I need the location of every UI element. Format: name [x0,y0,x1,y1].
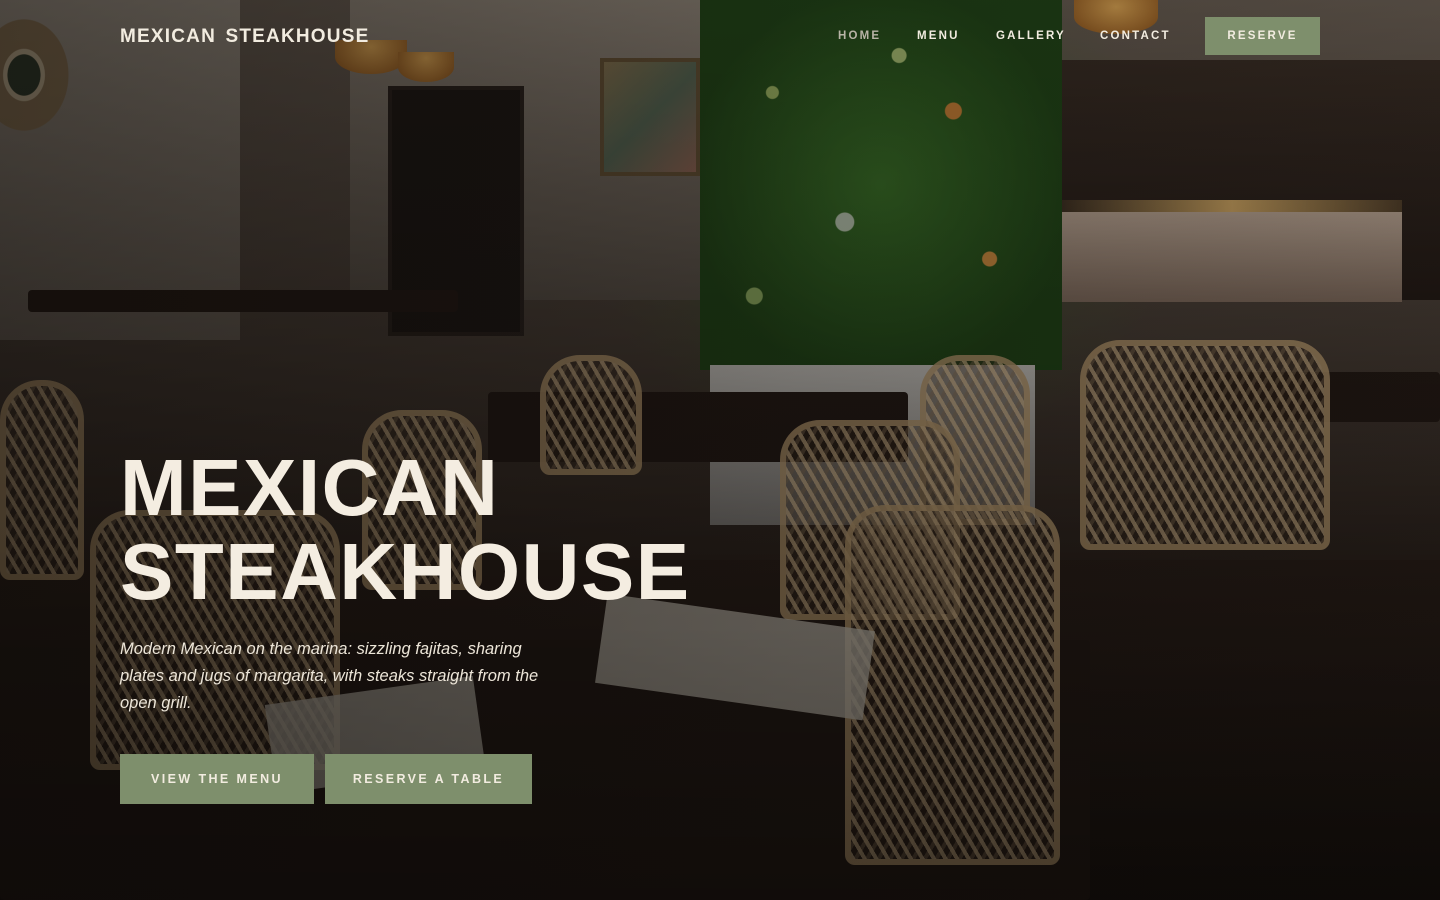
nav-home[interactable]: HOME [838,30,881,42]
reserve-button[interactable]: RESERVE [1205,17,1320,55]
hero-title-line1: MEXICAN [120,443,500,532]
brand-logo[interactable]: MEXICAN STEAKHOUSE [120,26,369,48]
hero-section: MEXICAN STEAKHOUSE HOME MENU GALLERY CON… [0,0,1440,900]
nav-contact[interactable]: CONTACT [1100,30,1171,42]
hero-title-line2: STEAKHOUSE [120,527,691,616]
view-menu-button[interactable]: VIEW THE MENU [120,754,314,804]
reserve-table-button[interactable]: RESERVE A TABLE [325,754,532,804]
nav-gallery[interactable]: GALLERY [996,30,1066,42]
hero-title: MEXICAN STEAKHOUSE [120,446,691,614]
nav-menu[interactable]: MENU [917,30,960,42]
hero-subtitle: Modern Mexican on the marina: sizzling f… [120,640,539,712]
